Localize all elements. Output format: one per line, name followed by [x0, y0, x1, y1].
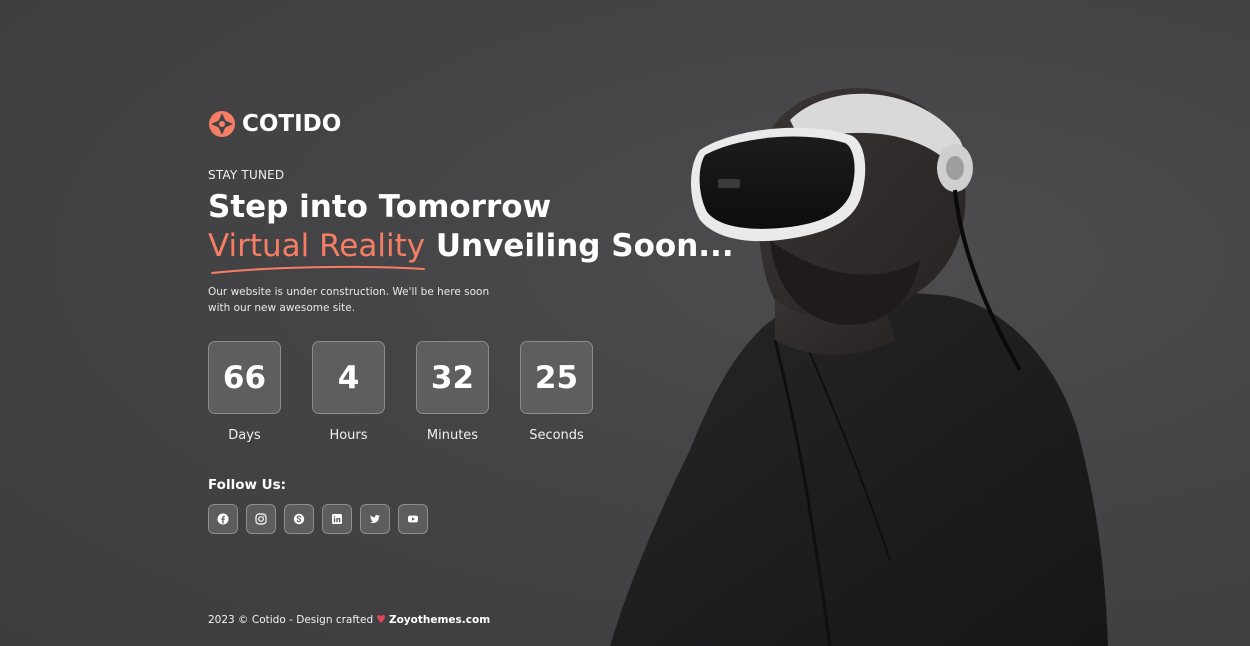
- youtube-icon: [408, 515, 418, 523]
- headline-accent: Virtual Reality: [208, 227, 426, 274]
- headline-accent-text: Virtual Reality: [208, 228, 426, 264]
- footer-text: 2023 © Cotido - Design crafted: [208, 613, 374, 626]
- footer-copyright: 2023 © Cotido - Design crafted ♥ Zoyothe…: [208, 613, 490, 626]
- page-title: Step into Tomorrow Virtual Reality Unvei…: [208, 188, 734, 274]
- countdown-value: 25: [520, 341, 593, 414]
- countdown-label: Minutes: [426, 428, 479, 443]
- countdown-days: 66 Days: [208, 341, 281, 443]
- instagram-button[interactable]: [246, 504, 276, 534]
- headline-line-2: Unveiling Soon...: [425, 228, 734, 264]
- brand-name: COTIDO: [242, 111, 342, 137]
- facebook-button[interactable]: [208, 504, 238, 534]
- heart-icon: ♥: [376, 613, 386, 626]
- twitter-icon: [370, 515, 380, 523]
- follow-us-heading: Follow Us:: [208, 477, 287, 493]
- aperture-icon: [209, 111, 235, 137]
- countdown-value: 32: [416, 341, 489, 414]
- linkedin-icon: [332, 514, 342, 524]
- social-links: [208, 504, 428, 534]
- headline-line-1: Step into Tomorrow: [208, 189, 552, 225]
- linkedin-button[interactable]: [322, 504, 352, 534]
- youtube-button[interactable]: [398, 504, 428, 534]
- construction-notice: Our website is under construction. We'll…: [208, 286, 490, 314]
- skype-button[interactable]: [284, 504, 314, 534]
- countdown-value: 4: [312, 341, 385, 414]
- countdown-minutes: 32 Minutes: [416, 341, 489, 443]
- skype-icon: [293, 513, 305, 525]
- countdown-hours: 4 Hours: [312, 341, 385, 443]
- brand-logo[interactable]: COTIDO: [208, 110, 341, 138]
- footer-link[interactable]: Zoyothemes.com: [389, 614, 490, 626]
- facebook-icon: [217, 513, 229, 525]
- countdown-timer: 66 Days 4 Hours 32 Minutes 25 Seconds: [208, 341, 593, 443]
- eyebrow-label: STAY TUNED: [208, 168, 285, 182]
- instagram-icon: [255, 513, 267, 525]
- countdown-label: Seconds: [529, 428, 584, 443]
- countdown-label: Days: [228, 428, 261, 443]
- countdown-seconds: 25 Seconds: [520, 341, 593, 443]
- underline-swoosh-icon: [211, 265, 425, 274]
- countdown-value: 66: [208, 341, 281, 414]
- coming-soon-page: COTIDO STAY TUNED Step into Tomorrow Vir…: [0, 0, 1250, 646]
- twitter-button[interactable]: [360, 504, 390, 534]
- countdown-label: Hours: [329, 428, 368, 443]
- vr-person-image: [610, 88, 1108, 646]
